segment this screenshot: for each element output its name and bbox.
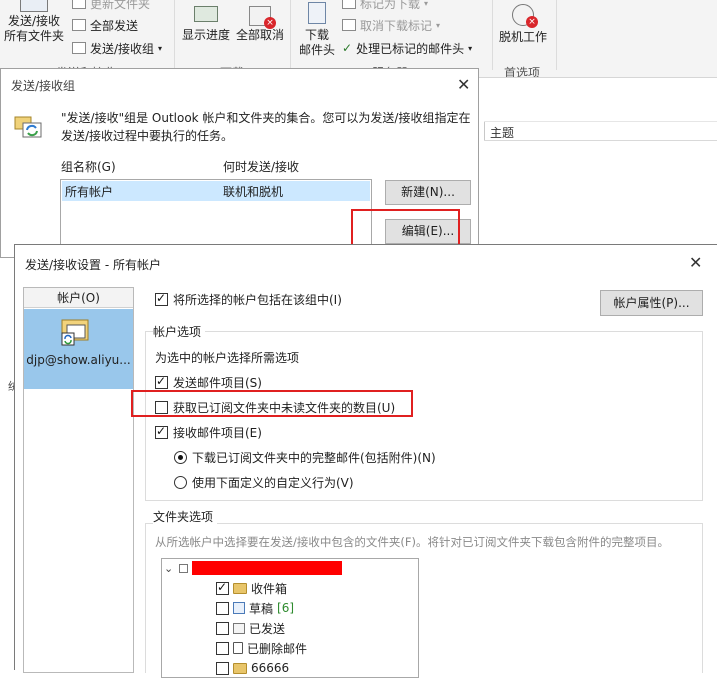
- process-marked-headers-button[interactable]: ✓ 处理已标记的邮件头 ▾: [342, 39, 472, 57]
- update-folder-icon: [72, 0, 86, 9]
- folder-options-label: 文件夹选项: [153, 508, 218, 525]
- col-when: 何时发送/接收: [223, 160, 300, 174]
- list-item[interactable]: 所有帐户 联机和脱机: [62, 181, 370, 201]
- ribbon-separator: [492, 0, 493, 70]
- ribbon-separator: [290, 0, 291, 70]
- subject-column-header[interactable]: 主题: [490, 124, 514, 141]
- checkbox[interactable]: [216, 661, 229, 675]
- work-offline-button[interactable]: × 脱机工作: [496, 4, 550, 45]
- accounts-header[interactable]: 帐户(O): [24, 288, 133, 308]
- mark-to-download-button[interactable]: 标记为下载 ▾: [342, 0, 428, 12]
- checkbox[interactable]: [216, 641, 229, 655]
- checkbox[interactable]: [155, 291, 168, 306]
- tree-folder-drafts[interactable]: 草稿 [6]: [216, 599, 294, 617]
- group-preferences-label: 首选项: [504, 66, 541, 78]
- tree-folder-66666[interactable]: 66666: [216, 659, 289, 677]
- account-folder-icon: [60, 317, 94, 350]
- accounts-panel: 帐户(O) djp@show.aliyu...: [23, 287, 134, 673]
- trash-icon: [233, 642, 243, 654]
- send-receive-all-button[interactable]: 发送/接收 所有文件夹: [2, 0, 66, 44]
- dropdown-arrow-icon: ▾: [468, 43, 473, 53]
- folder-hint: 从所选帐户中选择要在发送/接收中包含的文件夹(F)。将针对已订阅文件夹下载包含附…: [155, 535, 669, 549]
- send-all-icon: [72, 19, 86, 31]
- mark-icon: [342, 0, 356, 9]
- root-folder-icon: [179, 563, 189, 573]
- folder-tree[interactable]: ⌄ 收件箱 草稿 [6] 已发送 已删除邮件 66666: [161, 558, 419, 678]
- inbox-icon: [233, 582, 247, 594]
- highlight-unread-option: [131, 390, 413, 417]
- show-progress-button[interactable]: 显示进度: [180, 6, 232, 43]
- close-icon[interactable]: ✕: [689, 255, 702, 271]
- send-receive-icon: [20, 0, 48, 12]
- groups-icon: [72, 42, 86, 54]
- tree-folder-inbox[interactable]: 收件箱: [216, 579, 287, 597]
- new-group-button[interactable]: 新建(N)...: [385, 180, 471, 205]
- ribbon-separator: [556, 0, 557, 70]
- cancel-icon: ×: [249, 6, 276, 29]
- download-icon: [308, 2, 326, 24]
- radio[interactable]: [174, 451, 187, 464]
- checkbox[interactable]: [216, 621, 229, 635]
- dropdown-arrow-icon: ▾: [158, 43, 163, 53]
- globe-icon: ×: [512, 4, 538, 28]
- checkbox[interactable]: [155, 374, 168, 389]
- redacted-account-name: [192, 561, 343, 575]
- folder-icon: [233, 662, 247, 674]
- use-custom-radio[interactable]: 使用下面定义的自定义行为(V): [174, 474, 354, 491]
- account-options-label: 帐户选项: [153, 323, 206, 340]
- dialog-description: "发送/接收"组是 Outlook 帐户和文件夹的集合。您可以为发送/接收组指定…: [61, 111, 471, 143]
- send-all-button[interactable]: 全部发送: [72, 16, 138, 34]
- close-icon[interactable]: ✕: [457, 77, 470, 93]
- tree-root[interactable]: ⌄: [164, 559, 343, 577]
- radio[interactable]: [174, 476, 187, 489]
- draft-count: [6]: [277, 601, 295, 615]
- dialog-title: 发送/接收设置 - 所有帐户: [25, 258, 162, 272]
- collapse-icon[interactable]: ⌄: [164, 562, 173, 575]
- progress-icon: [194, 6, 218, 22]
- groups-icon: [13, 113, 45, 146]
- account-name: djp@show.aliyu...: [26, 353, 131, 367]
- group-name-cell: 所有帐户: [65, 185, 114, 199]
- update-folder-button[interactable]: 更新文件夹: [72, 0, 150, 12]
- checkbox[interactable]: [155, 424, 168, 439]
- checkbox[interactable]: [216, 580, 229, 595]
- ribbon-separator: [174, 0, 175, 70]
- drafts-icon: [233, 602, 245, 614]
- dropdown-arrow-icon: ▾: [424, 0, 429, 8]
- account-properties-button[interactable]: 帐户属性(P)...: [600, 290, 703, 316]
- cancel-all-button[interactable]: × 全部取消: [234, 6, 286, 43]
- download-complete-radio[interactable]: 下载已订阅文件夹中的完整邮件(包括附件)(N): [174, 449, 436, 466]
- unmark-download-button[interactable]: 取消下载标记 ▾: [342, 16, 440, 34]
- include-account-checkbox[interactable]: 将所选择的帐户包括在该组中(I): [155, 291, 342, 308]
- receive-items-checkbox[interactable]: 接收邮件项目(E): [155, 424, 262, 441]
- col-group-name: 组名称(G): [61, 160, 116, 174]
- send-items-checkbox[interactable]: 发送邮件项目(S): [155, 374, 262, 391]
- dropdown-arrow-icon: ▾: [436, 20, 441, 30]
- checkmark-icon: ✓: [342, 41, 353, 55]
- unmark-icon: [342, 19, 356, 31]
- download-headers-button[interactable]: 下载 邮件头: [296, 2, 338, 58]
- sent-icon: [233, 622, 245, 634]
- message-list-header: 主题: [484, 121, 717, 141]
- send-receive-groups-button[interactable]: 发送/接收组 ▾: [72, 39, 162, 57]
- tree-folder-sent[interactable]: 已发送: [216, 619, 285, 637]
- checkbox[interactable]: [216, 601, 229, 615]
- dialog-title: 发送/接收组: [11, 79, 76, 93]
- tree-folder-deleted[interactable]: 已删除邮件: [216, 639, 307, 657]
- select-options-prompt: 为选中的帐户选择所需选项: [155, 351, 300, 365]
- ribbon: 发送/接收 所有文件夹 更新文件夹 全部发送 发送/接收组 ▾ 发送和接收 显示…: [0, 0, 717, 78]
- send-receive-settings-dialog: 发送/接收设置 - 所有帐户 ✕ 帐户(O) djp@show.aliyu...…: [14, 244, 717, 678]
- group-when-cell: 联机和脱机: [223, 185, 284, 199]
- account-item[interactable]: djp@show.aliyu...: [24, 309, 133, 389]
